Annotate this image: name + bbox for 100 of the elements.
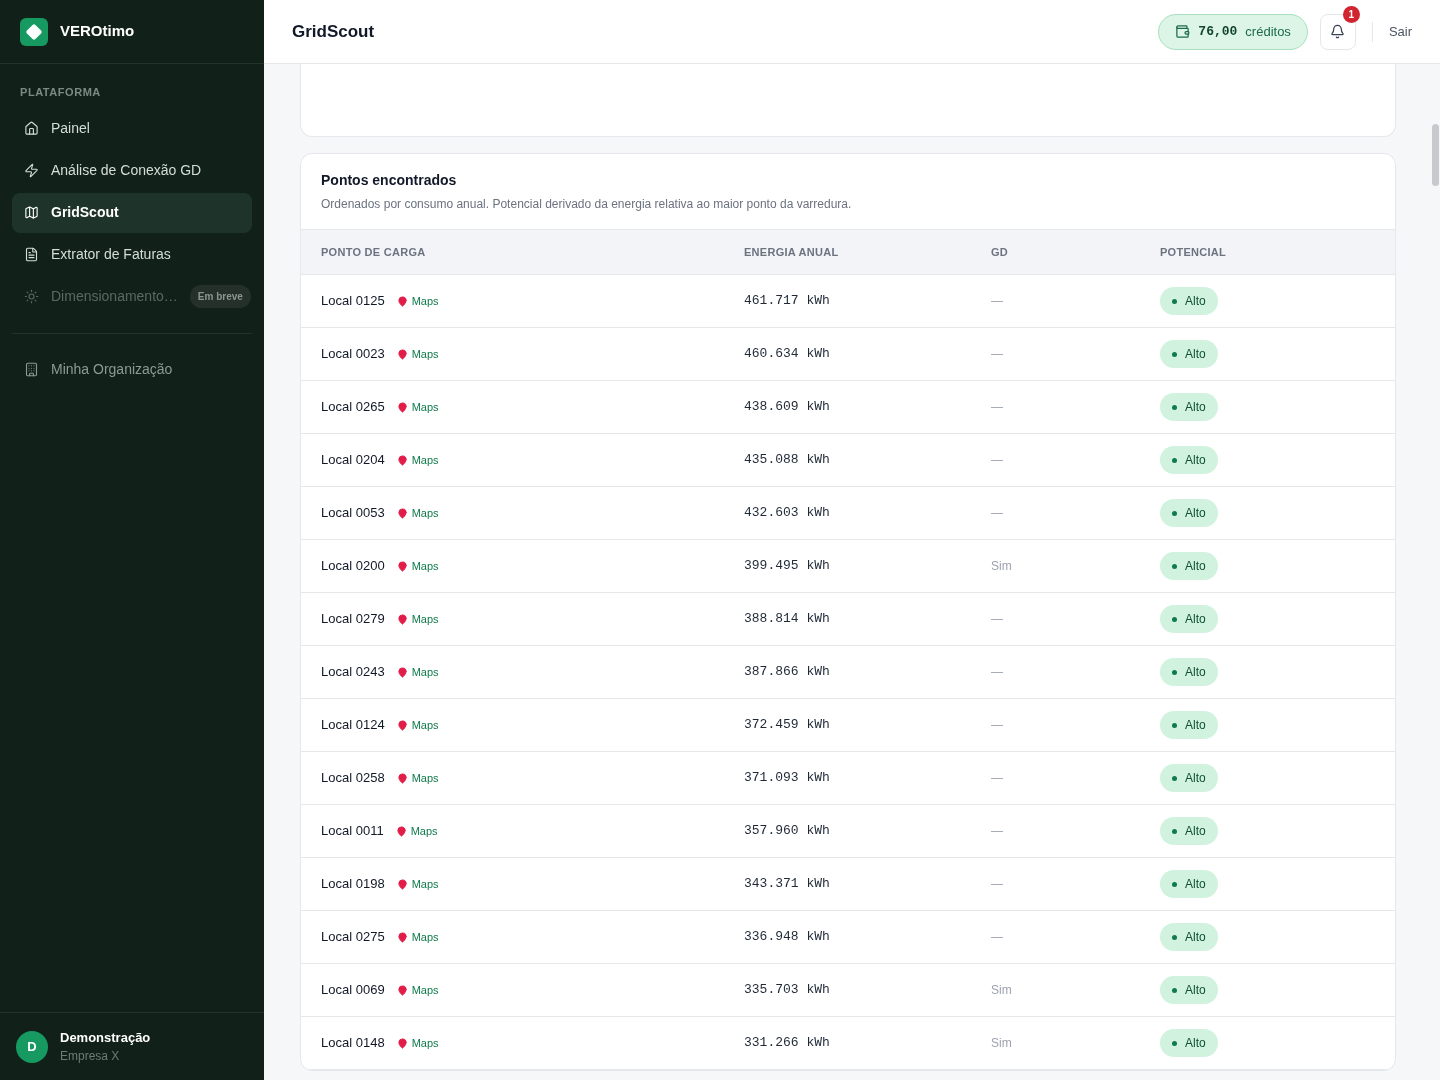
nav-label: Painel (51, 119, 90, 138)
potential-badge: Alto (1160, 870, 1218, 899)
gd-cell: — (991, 804, 1160, 858)
point-name: Local 0069 (321, 981, 385, 1000)
column-header: GD (991, 229, 1160, 275)
maps-link[interactable]: Maps (396, 875, 439, 893)
card-subtitle: Ordenados por consumo anual. Potencial derivado da energia relativa ao maior ponto da varredura. (321, 196, 852, 213)
maps-link[interactable]: Maps (396, 1034, 439, 1052)
energy-cell: 371.093 kWh (744, 751, 991, 805)
maps-link[interactable]: Maps (396, 981, 439, 999)
maps-link[interactable]: Maps (395, 822, 438, 840)
maps-link[interactable]: Maps (396, 663, 439, 681)
potential-badge: Alto (1160, 658, 1218, 687)
energy-cell: 357.960 kWh (744, 804, 991, 858)
energy-cell: 343.371 kWh (744, 857, 991, 911)
energy-cell: 336.948 kWh (744, 910, 991, 964)
point-name: Local 0023 (321, 345, 385, 364)
nav-item[interactable]: Minha Organização (12, 349, 252, 390)
company-name: Empresa X (60, 1048, 121, 1066)
point-name: Local 0275 (321, 928, 385, 947)
energy-cell: 388.814 kWh (744, 592, 991, 646)
user-avatar: D (16, 1030, 48, 1063)
maps-link[interactable]: Maps (396, 398, 439, 416)
point-name: Local 0053 (321, 504, 385, 523)
energy-cell: 435.088 kWh (744, 433, 991, 487)
potential-badge: Alto (1160, 817, 1218, 846)
brand-name: VEROtimo (60, 21, 135, 42)
soon-badge: Em breve (189, 285, 251, 308)
nav-item[interactable]: Análise de Conexão GD (12, 150, 252, 191)
potential-badge: Alto (1160, 976, 1218, 1005)
potential-badge: Alto (1160, 393, 1218, 422)
section-label: PLATAFORMA (19, 85, 102, 100)
notification-count: 1 (1342, 5, 1360, 23)
point-name: Local 0279 (321, 610, 385, 629)
nav-item[interactable]: GridScout (12, 192, 252, 233)
potential-badge: Alto (1160, 1029, 1218, 1058)
page-title: GridScout (292, 20, 375, 43)
gd-cell: Sim (991, 963, 1160, 1017)
credits-pill[interactable]: 76,00 créditos (1158, 13, 1308, 50)
point-name: Local 0204 (321, 451, 385, 470)
gd-cell: — (991, 698, 1160, 752)
potential-badge: Alto (1160, 287, 1218, 316)
maps-link[interactable]: Maps (396, 928, 439, 946)
user-name: Demonstração (60, 1028, 151, 1047)
gd-cell: — (991, 380, 1160, 434)
nav-label: Dimensionamento… (51, 287, 178, 306)
maps-link[interactable]: Maps (396, 716, 439, 734)
energy-cell: 461.717 kWh (744, 274, 991, 328)
gd-cell: — (991, 274, 1160, 328)
point-name: Local 0124 (321, 716, 385, 735)
potential-badge: Alto (1160, 923, 1218, 952)
point-name: Local 0125 (321, 292, 385, 311)
gd-cell: Sim (991, 539, 1160, 593)
point-name: Local 0198 (321, 875, 385, 894)
maps-link[interactable]: Maps (396, 451, 439, 469)
gd-cell: — (991, 592, 1160, 646)
nav-label: GridScout (51, 203, 119, 222)
maps-link[interactable]: Maps (396, 610, 439, 628)
credits-amount: 76,00 (1198, 22, 1238, 41)
maps-link[interactable]: Maps (396, 292, 439, 310)
gd-cell: — (991, 486, 1160, 540)
maps-link[interactable]: Maps (396, 557, 439, 575)
nav-label: Minha Organização (51, 360, 173, 379)
energy-cell: 331.266 kWh (744, 1016, 991, 1070)
point-name: Local 0011 (321, 822, 384, 841)
energy-cell: 399.495 kWh (744, 539, 991, 593)
credits-unit: créditos (1245, 22, 1291, 41)
potential-badge: Alto (1160, 552, 1218, 581)
potential-badge: Alto (1160, 446, 1218, 475)
column-header: ENERGIA ANUAL (744, 229, 991, 275)
gd-cell: Sim (991, 1016, 1160, 1070)
energy-cell: 460.634 kWh (744, 327, 991, 381)
maps-link[interactable]: Maps (396, 345, 439, 363)
energy-cell: 335.703 kWh (744, 963, 991, 1017)
point-name: Local 0243 (321, 663, 385, 682)
point-name: Local 0148 (321, 1034, 385, 1053)
nav-label: Análise de Conexão GD (51, 161, 202, 180)
nav-item[interactable]: Extrator de Faturas (12, 234, 252, 275)
maps-link[interactable]: Maps (396, 504, 439, 522)
energy-cell: 438.609 kWh (744, 380, 991, 434)
gd-cell: — (991, 645, 1160, 699)
potential-badge: Alto (1160, 340, 1218, 369)
point-name: Local 0265 (321, 398, 385, 417)
gd-cell: — (991, 751, 1160, 805)
point-name: Local 0258 (321, 769, 385, 788)
gd-cell: — (991, 910, 1160, 964)
potential-badge: Alto (1160, 499, 1218, 528)
potential-badge: Alto (1160, 764, 1218, 793)
logout-button[interactable]: Sair (1388, 21, 1412, 42)
energy-cell: 372.459 kWh (744, 698, 991, 752)
point-name: Local 0200 (321, 557, 385, 576)
column-header: POTENCIAL (1160, 229, 1395, 275)
column-header: PONTO DE CARGA (301, 229, 744, 275)
card-title: Pontos encontrados (321, 171, 457, 190)
energy-cell: 432.603 kWh (744, 486, 991, 540)
maps-link[interactable]: Maps (396, 769, 439, 787)
gd-cell: — (991, 857, 1160, 911)
nav-item[interactable]: Painel (12, 108, 252, 149)
nav-label: Extrator de Faturas (51, 245, 171, 264)
potential-badge: Alto (1160, 711, 1218, 740)
